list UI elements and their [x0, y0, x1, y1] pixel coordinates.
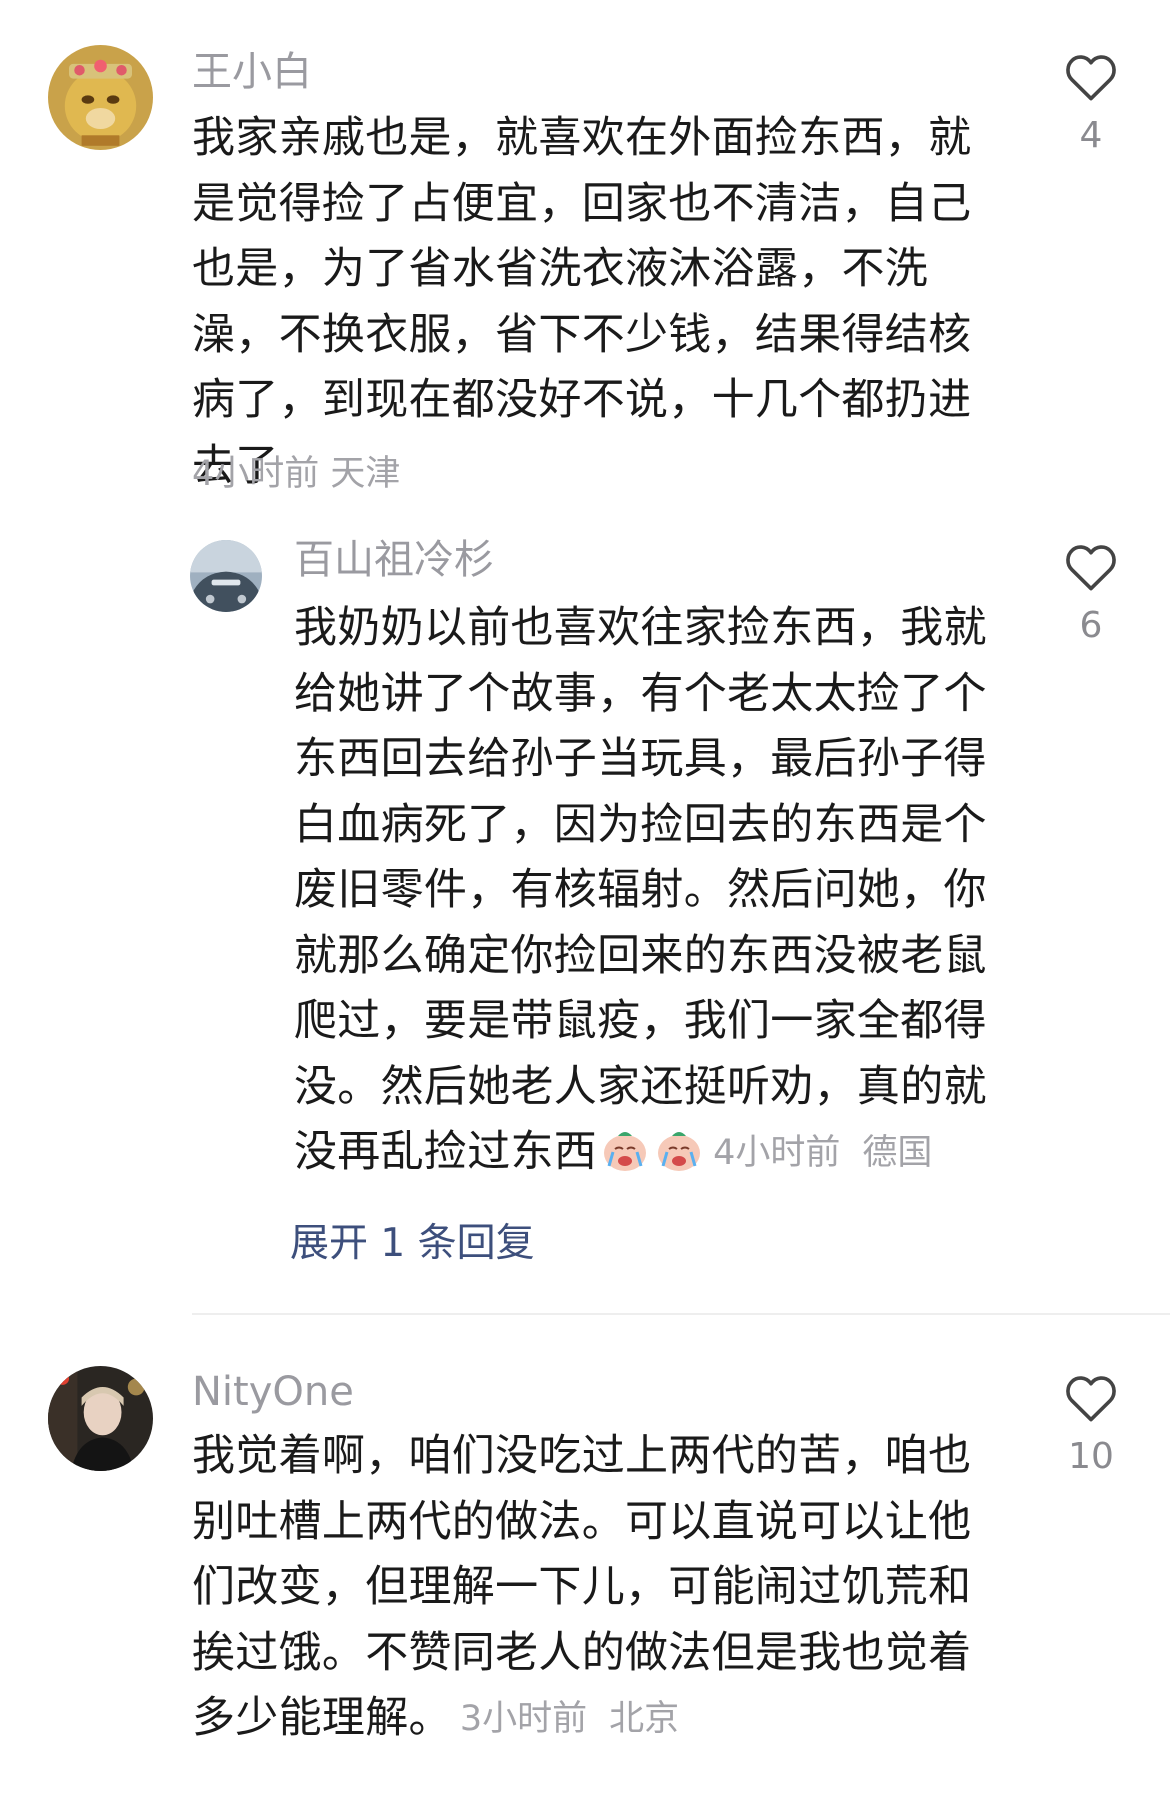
reply-time: 4小时前: [713, 1133, 841, 1173]
avatar[interactable]: [48, 1366, 153, 1471]
comment-meta: 4小时前 天津: [192, 452, 400, 496]
heart-icon[interactable]: [1063, 1373, 1119, 1423]
comment-text: 我家亲戚也是，就喜欢在外面捡东西，就是觉得捡了占便宜，回家也不清洁，自己也是，为…: [192, 106, 1012, 499]
comment-item: 王小白 我家亲戚也是，就喜欢在外面捡东西，就是觉得捡了占便宜，回家也不清洁，自己…: [0, 0, 1170, 494]
avatar-car-image: [190, 540, 262, 612]
like-control: 10: [1041, 1373, 1141, 1477]
like-count: 4: [1079, 115, 1103, 156]
like-count: 6: [1079, 605, 1103, 646]
heart-icon[interactable]: [1063, 542, 1119, 592]
avatar[interactable]: [190, 540, 262, 612]
crying-face-emoji: [604, 1132, 647, 1171]
crying-face-emoji: [658, 1132, 701, 1171]
comment-time: 4小时前: [192, 454, 320, 494]
reply-text: 我奶奶以前也喜欢往家捡东西，我就给她讲了个故事，有个老太太捡了个东西回去给孙子当…: [294, 596, 994, 1187]
like-count: 10: [1068, 1436, 1114, 1477]
username[interactable]: 百山祖冷杉: [294, 536, 494, 584]
reply-location: 德国: [862, 1133, 933, 1173]
expand-replies-button[interactable]: 展开 1 条回复: [290, 1220, 535, 1268]
comment-location: 天津: [330, 454, 401, 494]
avatar[interactable]: [48, 45, 153, 150]
comment-item: NityOne 我觉着啊，咱们没吃过上两代的苦，咱也别吐槽上两代的做法。可以直说…: [0, 1340, 1170, 1793]
comment-time: 3小时前: [459, 1699, 588, 1739]
divider: [192, 1313, 1170, 1315]
username[interactable]: NityOne: [192, 1368, 354, 1416]
reply-item: 百山祖冷杉 我奶奶以前也喜欢往家捡东西，我就给她讲了个故事，有个老太太捡了个东西…: [0, 520, 1170, 1280]
reply-body: 我奶奶以前也喜欢往家捡东西，我就给她讲了个故事，有个老太太捡了个东西回去给孙子当…: [294, 603, 987, 1177]
like-control: 6: [1041, 542, 1141, 646]
heart-icon[interactable]: [1063, 52, 1119, 102]
comment-body: 我家亲戚也是，就喜欢在外面捡东西，就是觉得捡了占便宜，回家也不清洁，自己也是，为…: [192, 113, 972, 491]
username[interactable]: 王小白: [192, 48, 312, 96]
like-control: 4: [1041, 52, 1141, 156]
avatar-monkey-king-image: [48, 45, 153, 150]
comment-text: 我觉着啊，咱们没吃过上两代的苦，咱也别吐槽上两代的做法。可以直说可以让他们改变，…: [192, 1424, 1012, 1753]
comment-body: 我觉着啊，咱们没吃过上两代的苦，咱也别吐槽上两代的做法。可以直说可以让他们改变，…: [192, 1431, 972, 1743]
avatar-person-image: [48, 1366, 153, 1471]
comment-location: 北京: [609, 1699, 680, 1739]
